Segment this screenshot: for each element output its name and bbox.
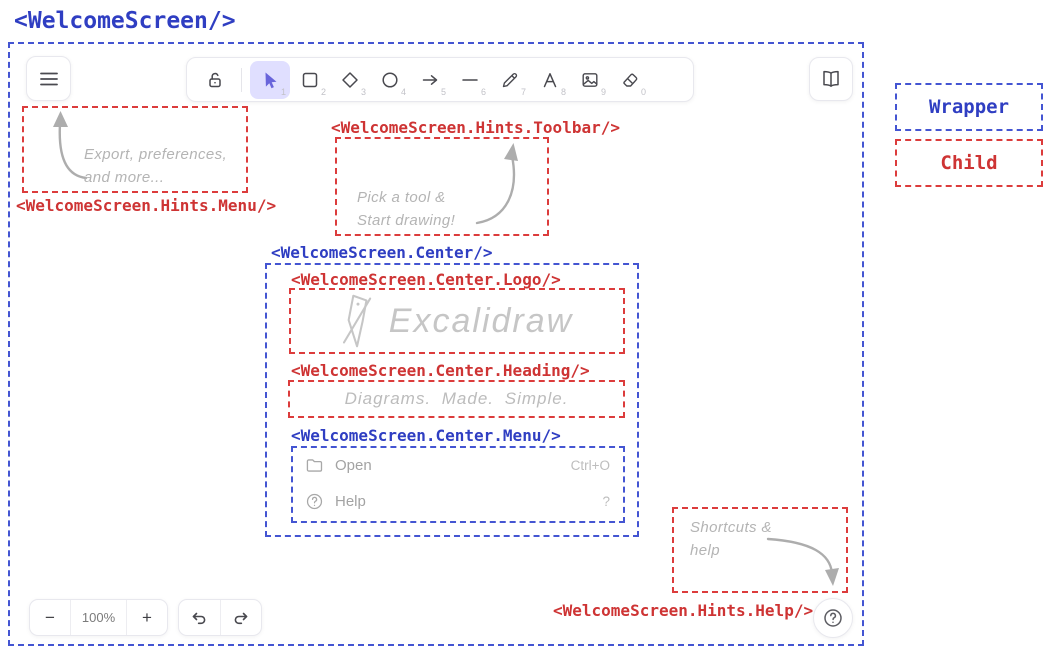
library-button[interactable]: [809, 57, 853, 101]
toolbar-divider: [241, 68, 242, 92]
tool-image[interactable]: 9: [570, 61, 610, 99]
question-icon: [823, 608, 843, 628]
hint-toolbar-outline: Pick a tool & Start drawing!: [335, 137, 549, 236]
line-icon: [460, 70, 480, 90]
arrow-icon: [420, 70, 440, 90]
main-menu-button[interactable]: [26, 56, 71, 101]
book-icon: [821, 70, 841, 88]
menu-item-help[interactable]: Help ?: [306, 493, 610, 510]
tool-key: 3: [361, 87, 366, 97]
tool-key: 0: [641, 87, 646, 97]
menu-item-label: Open: [335, 457, 372, 474]
hint-toolbar-text: Pick a tool & Start drawing!: [357, 187, 455, 232]
eraser-icon: [620, 70, 640, 90]
legend-wrapper: Wrapper: [895, 83, 1043, 131]
menu-item-shortcut: ?: [602, 494, 610, 509]
center-heading-outline: Diagrams. Made. Simple.: [288, 380, 625, 418]
tool-ellipse[interactable]: 4: [370, 61, 410, 99]
center-outline: <WelcomeScreen.Center.Logo/> Excalidraw …: [265, 263, 639, 537]
pencil-icon: [500, 70, 520, 90]
tool-diamond[interactable]: 3: [330, 61, 370, 99]
center-heading-tag: <WelcomeScreen.Center.Heading/>: [291, 361, 590, 380]
diamond-icon: [340, 70, 360, 90]
legend-child-label: Child: [940, 152, 997, 174]
redo-button[interactable]: [220, 600, 261, 635]
menu-item-shortcut: Ctrl+O: [571, 458, 610, 473]
excalidraw-logo-icon: [341, 292, 375, 350]
tool-key: 5: [441, 87, 446, 97]
hint-help-text: Shortcuts & help: [690, 517, 772, 562]
hint-menu-tag: <WelcomeScreen.Hints.Menu/>: [16, 196, 276, 215]
image-icon: [580, 70, 600, 90]
tool-key: 8: [561, 87, 566, 97]
unlock-icon: [205, 70, 225, 90]
welcomescreen-tag: <WelcomeScreen/>: [14, 8, 236, 34]
hint-help-outline: Shortcuts & help: [672, 507, 848, 593]
hint-toolbar-tag: <WelcomeScreen.Hints.Toolbar/>: [331, 118, 620, 137]
tool-key: 1: [281, 87, 286, 97]
center-logo-tag: <WelcomeScreen.Center.Logo/>: [291, 270, 561, 289]
lock-tool[interactable]: [197, 61, 233, 99]
ellipse-icon: [380, 70, 400, 90]
tool-draw[interactable]: 7: [490, 61, 530, 99]
tool-rectangle[interactable]: 2: [290, 61, 330, 99]
history-controls: [178, 599, 262, 636]
excalidraw-logo: Excalidraw: [291, 290, 623, 352]
center-menu-outline: Open Ctrl+O Help ?: [291, 446, 625, 523]
cursor-icon: [260, 70, 280, 90]
hamburger-icon: [40, 72, 58, 86]
legend-child: Child: [895, 139, 1043, 187]
help-circle-icon: [306, 493, 323, 510]
excalidraw-wordmark: Excalidraw: [389, 302, 573, 341]
center-menu-tag: <WelcomeScreen.Center.Menu/>: [291, 426, 561, 445]
tool-key: 7: [521, 87, 526, 97]
hint-help-tag: <WelcomeScreen.Hints.Help/>: [553, 601, 813, 620]
center-logo-outline: Excalidraw: [289, 288, 625, 354]
redo-icon: [232, 609, 250, 627]
tool-eraser[interactable]: 0: [610, 61, 650, 99]
tool-arrow[interactable]: 5: [410, 61, 450, 99]
tool-key: 6: [481, 87, 486, 97]
tool-selection[interactable]: 1: [250, 61, 290, 99]
welcome-heading: Diagrams. Made. Simple.: [290, 382, 623, 416]
legend-wrapper-label: Wrapper: [929, 96, 1009, 118]
menu-item-label: Help: [335, 493, 366, 510]
menu-item-open[interactable]: Open Ctrl+O: [306, 457, 610, 474]
zoom-in-button[interactable]: +: [127, 600, 167, 635]
tool-line[interactable]: 6: [450, 61, 490, 99]
welcomescreen-outline: 1 2 3 4 5: [8, 42, 864, 646]
text-icon: [540, 70, 560, 90]
hint-menu-outline: Export, preferences, and more...: [22, 106, 248, 193]
rectangle-icon: [300, 70, 320, 90]
zoom-level[interactable]: 100%: [71, 600, 126, 635]
undo-button[interactable]: [179, 600, 220, 635]
undo-icon: [190, 609, 208, 627]
tool-key: 4: [401, 87, 406, 97]
tool-key: 2: [321, 87, 326, 97]
tool-text[interactable]: 8: [530, 61, 570, 99]
tool-key: 9: [601, 87, 606, 97]
center-tag: <WelcomeScreen.Center/>: [271, 243, 493, 262]
zoom-out-button[interactable]: −: [30, 600, 70, 635]
hint-menu-text: Export, preferences, and more...: [84, 144, 227, 189]
help-button[interactable]: [813, 598, 853, 638]
toolbar: 1 2 3 4 5: [186, 57, 694, 102]
folder-icon: [306, 458, 323, 473]
zoom-controls: − 100% +: [29, 599, 168, 636]
